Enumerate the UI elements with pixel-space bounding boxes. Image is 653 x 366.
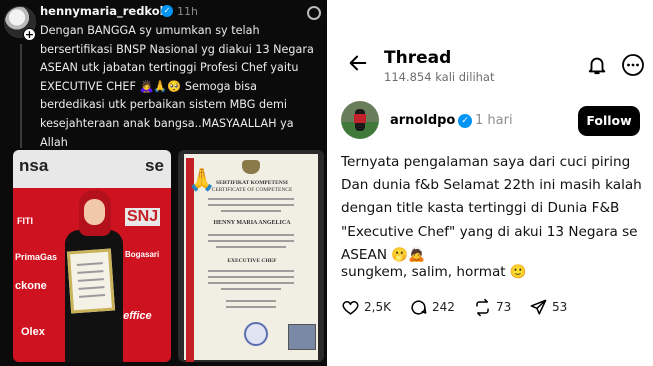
banner-text: SNJ bbox=[125, 208, 161, 226]
heart-icon bbox=[342, 300, 359, 315]
like-button[interactable]: 2,5K bbox=[341, 296, 391, 318]
banner-text: ckone bbox=[15, 280, 47, 292]
post-actions: 2,5K 242 73 53 bbox=[341, 296, 641, 318]
verified-icon: ✓ bbox=[161, 5, 173, 17]
share-button[interactable]: 53 bbox=[529, 296, 567, 318]
share-count: 53 bbox=[552, 300, 568, 314]
post-body-line: sungkem, salim, hormat 🙂 bbox=[341, 264, 527, 280]
banner-text: nsa bbox=[19, 156, 49, 175]
avatar[interactable] bbox=[341, 101, 379, 139]
certificate-name: HENNY MARIA ANGELICA bbox=[213, 220, 291, 226]
more-icon[interactable] bbox=[621, 53, 645, 77]
bnsp-seal bbox=[244, 322, 268, 346]
post-time: 1 hari bbox=[475, 113, 513, 128]
left-threads-screenshot: + hennymaria_redkoki ✓ 11h Dengan BANGGA… bbox=[0, 0, 327, 366]
post-photo-certificate[interactable]: 🙏 SERTIFIKAT KOMPETENSI CERTIFICATE OF C… bbox=[178, 150, 324, 362]
garuda-emblem bbox=[242, 160, 260, 174]
comment-icon bbox=[411, 299, 427, 315]
certificate-subheader: CERTIFICATE OF COMPETENCE bbox=[211, 187, 293, 193]
page-title: Thread bbox=[384, 48, 452, 68]
banner-text: FITI bbox=[17, 216, 33, 226]
photo-stamp bbox=[288, 324, 316, 350]
held-certificate bbox=[66, 248, 116, 314]
banner-text: PrimaGas bbox=[15, 252, 58, 262]
banner-text: se bbox=[145, 156, 164, 175]
view-count: 114.854 kali dilihat bbox=[384, 70, 495, 84]
repost-count: 73 bbox=[496, 300, 512, 314]
post-username[interactable]: arnoldpo bbox=[390, 113, 455, 128]
post-body: Dengan BANGGA sy umumkan sy telah berser… bbox=[40, 24, 314, 167]
thread-line bbox=[20, 44, 22, 148]
certificate-header: SERTIFIKAT KOMPETENSI bbox=[216, 180, 288, 186]
comment-button[interactable]: 242 bbox=[409, 296, 455, 318]
follow-plus-icon[interactable]: + bbox=[23, 28, 36, 41]
bell-icon[interactable] bbox=[586, 53, 608, 77]
post-photo-chef[interactable]: nsa se SNJ FITI PrimaGas ckone Bogasari … bbox=[13, 150, 171, 362]
post-body: Ternyata pengalaman saya dari cuci pirin… bbox=[341, 154, 642, 263]
share-icon bbox=[530, 299, 547, 315]
banner-text: Olex bbox=[21, 326, 45, 338]
verified-icon: ✓ bbox=[458, 114, 472, 128]
right-threads-app: Thread 114.854 kali dilihat arnoldpo ✓ 1… bbox=[327, 0, 653, 366]
banner-text: Bogasari bbox=[125, 250, 160, 259]
post-username[interactable]: hennymaria_redkoki bbox=[40, 4, 171, 18]
post-time: 11h bbox=[177, 5, 198, 18]
threads-logo-icon bbox=[307, 6, 321, 20]
arrow-left-icon[interactable] bbox=[347, 52, 369, 74]
repost-icon bbox=[476, 298, 489, 316]
follow-button[interactable]: Follow bbox=[578, 106, 640, 136]
like-count: 2,5K bbox=[364, 300, 391, 314]
repost-button[interactable]: 73 bbox=[473, 296, 511, 318]
comment-count: 242 bbox=[432, 300, 455, 314]
certificate-position: EXECUTIVE CHEF bbox=[227, 258, 277, 264]
